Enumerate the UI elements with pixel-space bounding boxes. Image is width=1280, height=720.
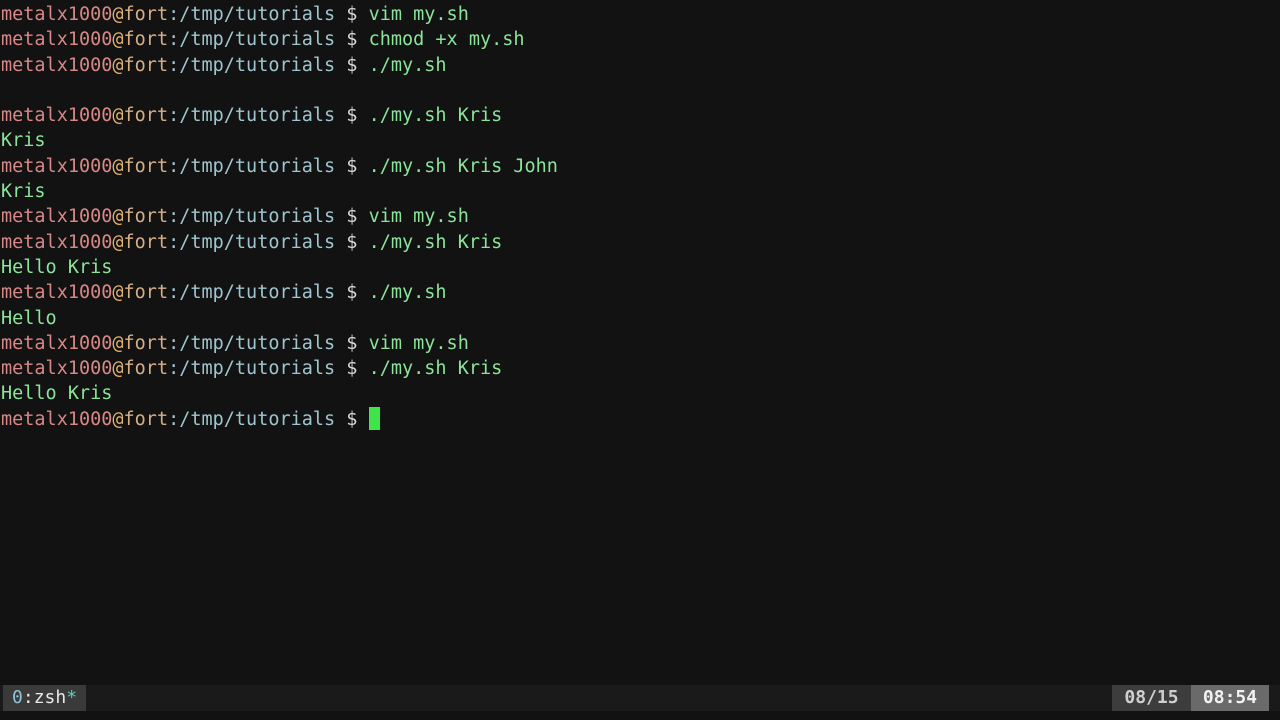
command-text: vim my.sh [368, 332, 469, 354]
prompt-at: @ [112, 4, 124, 25]
window-active-flag: * [66, 687, 78, 708]
window-name: zsh [33, 687, 67, 708]
prompt-user: metalx1000 [1, 29, 113, 51]
prompt-symbol: $ [335, 231, 369, 253]
prompt-user: metalx1000 [1, 206, 113, 228]
prompt-path: :/tmp/tutorials [168, 54, 336, 76]
prompt-user: metalx1000 [1, 105, 113, 127]
prompt-line: metalx1000@fort:/tmp/tutorials $ [1, 406, 1279, 432]
output-text: Kris [1, 181, 46, 203]
command-text: vim my.sh [368, 4, 469, 25]
prompt-symbol: $ [335, 155, 369, 177]
command-text: ./my.sh [368, 54, 447, 76]
output-line: Hello Kris [1, 255, 1279, 280]
prompt-at: @ [112, 282, 124, 304]
prompt-path: :/tmp/tutorials [168, 332, 336, 354]
prompt-host: fort [123, 408, 169, 430]
command-text: ./my.sh [368, 282, 447, 304]
tmux-status-bar: 0:zsh* 08/15 08:54 [0, 685, 1280, 711]
prompt-line: metalx1000@fort:/tmp/tutorials $ chmod +… [1, 27, 1279, 52]
prompt-host: fort [123, 206, 169, 228]
window-index: 0 [12, 687, 23, 708]
command-text: ./my.sh Kris [368, 358, 503, 380]
prompt-path: :/tmp/tutorials [168, 105, 336, 127]
prompt-line: metalx1000@fort:/tmp/tutorials $ ./my.sh [1, 280, 1279, 305]
prompt-line: metalx1000@fort:/tmp/tutorials $ ./my.sh… [1, 103, 1279, 128]
prompt-path: :/tmp/tutorials [168, 4, 336, 25]
prompt-path: :/tmp/tutorials [168, 358, 336, 380]
command-text: ./my.sh Kris John [368, 155, 558, 177]
prompt-symbol: $ [335, 206, 369, 228]
prompt-at: @ [112, 358, 124, 380]
prompt-path: :/tmp/tutorials [168, 282, 336, 304]
command-text: ./my.sh Kris [368, 231, 503, 253]
prompt-host: fort [123, 105, 169, 127]
prompt-host: fort [123, 155, 169, 177]
prompt-user: metalx1000 [1, 4, 113, 25]
status-time: 08:54 [1191, 685, 1269, 711]
prompt-host: fort [123, 231, 169, 253]
prompt-symbol: $ [335, 332, 369, 354]
command-text: vim my.sh [368, 206, 469, 228]
window-separator: : [22, 687, 34, 708]
prompt-path: :/tmp/tutorials [168, 231, 336, 253]
output-text: Hello Kris [1, 256, 113, 278]
prompt-at: @ [112, 54, 124, 76]
prompt-host: fort [123, 358, 169, 380]
terminal-output[interactable]: metalx1000@fort:/tmp/tutorials $ vim my.… [1, 2, 1279, 680]
prompt-path: :/tmp/tutorials [168, 206, 336, 228]
output-text: Kris [1, 130, 46, 152]
output-line: Hello [1, 306, 1279, 331]
prompt-path: :/tmp/tutorials [168, 408, 336, 430]
prompt-symbol: $ [335, 29, 369, 51]
tmux-window-tab[interactable]: 0:zsh* [3, 685, 87, 711]
prompt-path: :/tmp/tutorials [168, 155, 336, 177]
command-text: chmod +x my.sh [368, 29, 525, 51]
prompt-at: @ [112, 206, 124, 228]
prompt-at: @ [112, 29, 124, 51]
prompt-user: metalx1000 [1, 408, 113, 430]
prompt-user: metalx1000 [1, 54, 113, 76]
prompt-line: metalx1000@fort:/tmp/tutorials $ vim my.… [1, 2, 1279, 27]
prompt-user: metalx1000 [1, 358, 113, 380]
prompt-user: metalx1000 [1, 282, 113, 304]
prompt-host: fort [123, 282, 169, 304]
prompt-symbol: $ [335, 408, 369, 430]
prompt-host: fort [123, 54, 169, 76]
prompt-line: metalx1000@fort:/tmp/tutorials $ vim my.… [1, 204, 1279, 229]
prompt-at: @ [112, 332, 124, 354]
prompt-symbol: $ [335, 4, 369, 25]
prompt-symbol: $ [335, 105, 369, 127]
prompt-at: @ [112, 105, 124, 127]
text-cursor [368, 406, 380, 430]
prompt-host: fort [123, 29, 169, 51]
prompt-host: fort [123, 332, 169, 354]
output-text: Hello [1, 307, 57, 329]
output-text: Hello Kris [1, 383, 113, 405]
prompt-user: metalx1000 [1, 231, 113, 253]
prompt-path: :/tmp/tutorials [168, 29, 336, 51]
prompt-line: metalx1000@fort:/tmp/tutorials $ vim my.… [1, 331, 1279, 356]
output-line: Kris [1, 128, 1279, 153]
status-date: 08/15 [1112, 685, 1191, 711]
prompt-line: metalx1000@fort:/tmp/tutorials $ ./my.sh… [1, 356, 1279, 381]
prompt-at: @ [112, 231, 124, 253]
prompt-line: metalx1000@fort:/tmp/tutorials $ ./my.sh… [1, 230, 1279, 255]
prompt-user: metalx1000 [1, 332, 113, 354]
prompt-host: fort [123, 4, 169, 25]
prompt-at: @ [112, 155, 124, 177]
prompt-symbol: $ [335, 358, 369, 380]
prompt-line: metalx1000@fort:/tmp/tutorials $ ./my.sh… [1, 154, 1279, 179]
output-line: Hello Kris [1, 381, 1279, 406]
prompt-at: @ [112, 408, 124, 430]
prompt-user: metalx1000 [1, 155, 113, 177]
command-text: ./my.sh Kris [368, 105, 503, 127]
prompt-symbol: $ [335, 54, 369, 76]
prompt-symbol: $ [335, 282, 369, 304]
prompt-line: metalx1000@fort:/tmp/tutorials $ ./my.sh [1, 53, 1279, 78]
output-line: Kris [1, 179, 1279, 204]
